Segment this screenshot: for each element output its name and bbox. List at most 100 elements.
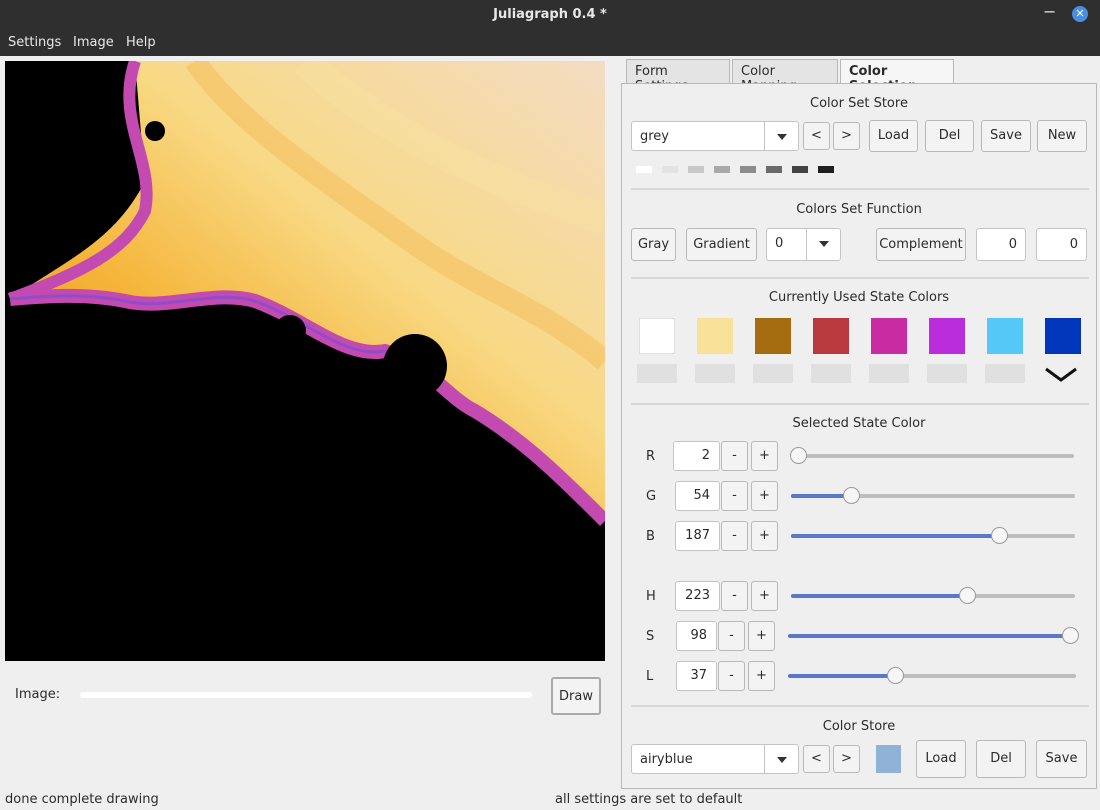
l-plus-button[interactable]: + bbox=[748, 661, 775, 691]
title-bar: Juliagraph 0.4 * − ✕ bbox=[0, 0, 1100, 30]
tab-color-selection[interactable]: Color Selection bbox=[840, 59, 954, 94]
state-color-slot[interactable] bbox=[869, 364, 909, 383]
color-store-del-button[interactable]: Del bbox=[976, 740, 1026, 778]
function-value-1[interactable]: 0 bbox=[976, 228, 1026, 261]
color-store-combo-value: airyblue bbox=[640, 752, 693, 767]
color-set-combo-value: grey bbox=[640, 129, 670, 144]
color-set-chip bbox=[636, 166, 652, 173]
b-slider-fill bbox=[791, 534, 999, 538]
color-set-save-button[interactable]: Save bbox=[981, 120, 1031, 152]
state-color-slot[interactable] bbox=[753, 364, 793, 383]
h-slider-handle[interactable] bbox=[959, 587, 976, 604]
color-store-load-button[interactable]: Load bbox=[916, 740, 966, 778]
selected-state-color-heading: Selected State Color bbox=[792, 416, 926, 431]
state-color-swatch[interactable] bbox=[1045, 318, 1081, 354]
l-slider-fill bbox=[788, 674, 895, 678]
state-color-swatch[interactable] bbox=[929, 318, 965, 354]
r-value-field[interactable]: 2 bbox=[673, 441, 720, 471]
b-slider[interactable] bbox=[791, 527, 1075, 544]
close-icon[interactable]: ✕ bbox=[1072, 6, 1088, 22]
divider bbox=[631, 403, 1089, 405]
color-set-combo[interactable]: grey bbox=[631, 121, 799, 151]
b-value-field[interactable]: 187 bbox=[675, 521, 720, 551]
r-plus-button[interactable]: + bbox=[751, 441, 778, 471]
color-set-chip bbox=[662, 166, 678, 173]
color-set-chip bbox=[740, 166, 756, 173]
state-color-slot[interactable] bbox=[695, 364, 735, 383]
color-store-next-button[interactable]: > bbox=[833, 745, 860, 773]
gradient-button[interactable]: Gradient bbox=[686, 228, 757, 261]
g-slider-handle[interactable] bbox=[843, 487, 860, 504]
gradient-combo[interactable]: 0 bbox=[766, 228, 841, 261]
state-color-slot[interactable] bbox=[637, 364, 677, 383]
s-value-field[interactable]: 98 bbox=[676, 621, 717, 651]
state-color-swatch[interactable] bbox=[987, 318, 1023, 354]
image-progress-bar bbox=[80, 692, 532, 698]
fractal-canvas[interactable] bbox=[5, 61, 605, 661]
color-set-del-button[interactable]: Del bbox=[925, 120, 974, 152]
image-label: Image: bbox=[15, 687, 61, 702]
l-slider-handle[interactable] bbox=[887, 667, 904, 684]
l-value-field[interactable]: 37 bbox=[676, 661, 717, 691]
state-color-slot[interactable] bbox=[927, 364, 967, 383]
color-store-combo[interactable]: airyblue bbox=[631, 744, 799, 774]
state-color-swatch[interactable] bbox=[697, 318, 733, 354]
r-slider[interactable] bbox=[790, 447, 1074, 464]
g-label: G bbox=[646, 489, 657, 504]
chevron-down-icon[interactable] bbox=[764, 122, 798, 150]
color-store-save-button[interactable]: Save bbox=[1036, 740, 1087, 778]
selected-chevron-icon bbox=[1043, 362, 1079, 386]
r-slider-handle[interactable] bbox=[790, 447, 807, 464]
b-label: B bbox=[646, 529, 655, 544]
color-store-prev-button[interactable]: < bbox=[803, 745, 830, 773]
state-color-swatch[interactable] bbox=[639, 318, 675, 354]
g-slider[interactable] bbox=[791, 487, 1075, 504]
tab-form-settings[interactable]: Form Settings bbox=[626, 59, 730, 94]
chevron-down-icon[interactable] bbox=[764, 745, 798, 773]
b-plus-button[interactable]: + bbox=[751, 521, 778, 551]
l-label: L bbox=[646, 669, 654, 684]
g-minus-button[interactable]: - bbox=[721, 481, 748, 511]
menu-bar: Settings Image Help bbox=[0, 30, 1100, 56]
draw-button[interactable]: Draw bbox=[551, 677, 601, 715]
h-plus-button[interactable]: + bbox=[751, 581, 778, 611]
b-slider-handle[interactable] bbox=[991, 527, 1008, 544]
g-value-field[interactable]: 54 bbox=[675, 481, 720, 511]
h-slider[interactable] bbox=[791, 587, 1075, 604]
minimize-icon[interactable]: − bbox=[1043, 2, 1056, 21]
state-color-swatch[interactable] bbox=[813, 318, 849, 354]
h-minus-button[interactable]: - bbox=[721, 581, 748, 611]
s-plus-button[interactable]: + bbox=[748, 621, 775, 651]
color-set-chip bbox=[818, 166, 834, 173]
h-slider-fill bbox=[791, 594, 967, 598]
chevron-down-icon[interactable] bbox=[806, 229, 840, 260]
h-label: H bbox=[646, 589, 656, 604]
color-set-prev-button[interactable]: < bbox=[803, 122, 830, 150]
color-set-new-button[interactable]: New bbox=[1037, 120, 1087, 152]
b-minus-button[interactable]: - bbox=[721, 521, 748, 551]
l-minus-button[interactable]: - bbox=[718, 661, 745, 691]
color-set-store-heading: Color Set Store bbox=[810, 96, 908, 111]
r-minus-button[interactable]: - bbox=[721, 441, 748, 471]
function-value-2[interactable]: 0 bbox=[1036, 228, 1087, 261]
g-slider-fill bbox=[791, 494, 851, 498]
color-set-load-button[interactable]: Load bbox=[869, 120, 918, 152]
h-value-field[interactable]: 223 bbox=[675, 581, 720, 611]
g-plus-button[interactable]: + bbox=[751, 481, 778, 511]
menu-help[interactable]: Help bbox=[126, 35, 156, 50]
s-slider[interactable] bbox=[788, 627, 1079, 644]
complement-button[interactable]: Complement bbox=[876, 228, 966, 261]
state-color-swatch[interactable] bbox=[755, 318, 791, 354]
menu-image[interactable]: Image bbox=[73, 35, 114, 50]
tab-color-mapping[interactable]: Color Mapping bbox=[732, 59, 838, 94]
menu-settings[interactable]: Settings bbox=[8, 35, 61, 50]
color-set-next-button[interactable]: > bbox=[833, 122, 860, 150]
state-color-swatch[interactable] bbox=[871, 318, 907, 354]
state-color-slot[interactable] bbox=[985, 364, 1025, 383]
gray-button[interactable]: Gray bbox=[631, 228, 676, 261]
state-color-slot[interactable] bbox=[811, 364, 851, 383]
l-slider[interactable] bbox=[788, 667, 1076, 684]
divider bbox=[631, 705, 1089, 707]
s-slider-handle[interactable] bbox=[1062, 627, 1079, 644]
s-minus-button[interactable]: - bbox=[718, 621, 745, 651]
